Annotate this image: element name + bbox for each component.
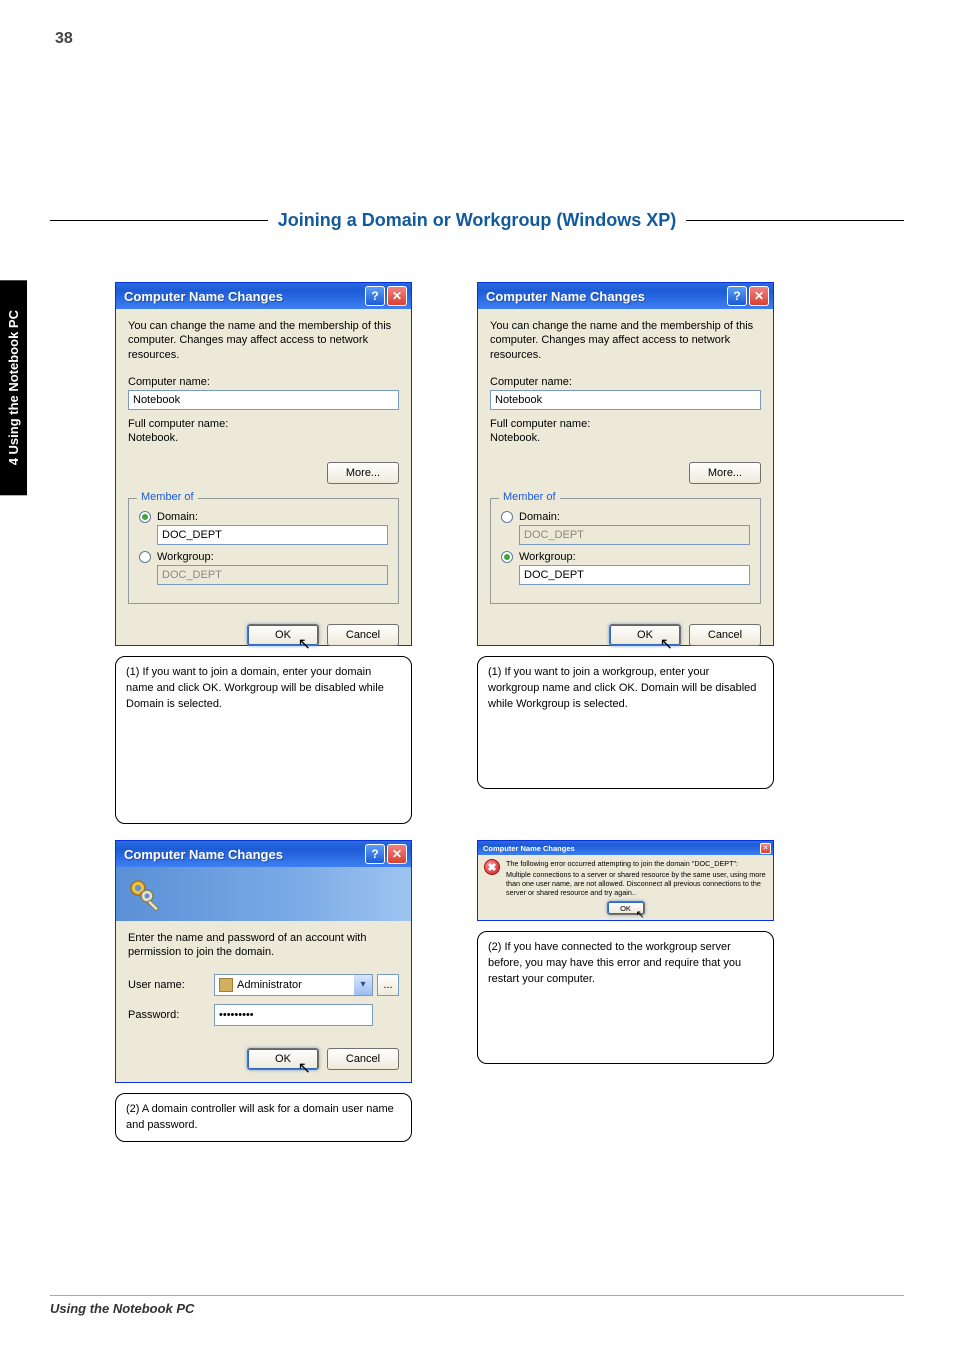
help-icon[interactable]: ?: [365, 844, 385, 864]
ok-button[interactable]: OK: [609, 624, 681, 646]
dialog-description: You can change the name and the membersh…: [490, 319, 761, 362]
more-button[interactable]: More...: [689, 462, 761, 484]
full-computer-name-label: Full computer name:: [128, 418, 399, 430]
cancel-button[interactable]: Cancel: [689, 624, 761, 646]
radio-workgroup-label: Workgroup:: [519, 551, 576, 563]
side-chapter-tab: 4 Using the Notebook PC: [0, 280, 27, 495]
close-icon[interactable]: ✕: [760, 843, 771, 854]
ok-button[interactable]: OK: [607, 901, 645, 915]
page-number: 38: [55, 30, 73, 48]
username-value: Administrator: [237, 979, 350, 991]
dialog-credentials: Computer Name Changes ? ✕: [115, 840, 412, 1083]
caption-error: (2) If you have connected to the workgro…: [477, 931, 774, 1064]
more-button[interactable]: More...: [327, 462, 399, 484]
member-of-group: Member of Domain: Workgroup:: [490, 498, 761, 604]
dialog-computer-name-domain: Computer Name Changes ? ✕ You can change…: [115, 282, 412, 646]
cancel-button[interactable]: Cancel: [327, 624, 399, 646]
help-icon[interactable]: ?: [365, 286, 385, 306]
dialog-title: Computer Name Changes: [486, 289, 645, 304]
dialog-title: Computer Name Changes: [124, 847, 283, 862]
password-input[interactable]: [214, 1004, 373, 1026]
error-line2: Multiple connections to a server or shar…: [506, 870, 767, 897]
full-computer-name-value: Notebook.: [490, 432, 761, 444]
caption-credentials: (2) A domain controller will ask for a d…: [115, 1093, 412, 1143]
radio-domain[interactable]: [139, 511, 151, 523]
dialog-description: You can change the name and the membersh…: [128, 319, 399, 362]
close-icon[interactable]: ✕: [387, 286, 407, 306]
rule-right: [686, 220, 904, 221]
cancel-button[interactable]: Cancel: [327, 1048, 399, 1070]
member-of-legend: Member of: [137, 491, 198, 503]
credentials-instruction: Enter the name and password of an accoun…: [128, 931, 399, 960]
caption-workgroup: (1) If you want to join a workgroup, ent…: [477, 656, 774, 789]
titlebar: Computer Name Changes ? ✕: [116, 841, 411, 867]
workgroup-input-disabled: [157, 565, 388, 585]
error-icon: ✖: [484, 859, 500, 875]
dialog-computer-name-workgroup: Computer Name Changes ? ✕ You can change…: [477, 282, 774, 646]
titlebar: Computer Name Changes ✕: [478, 841, 773, 855]
radio-workgroup-label: Workgroup:: [157, 551, 214, 563]
dialog-title: Computer Name Changes: [124, 289, 283, 304]
titlebar: Computer Name Changes ? ✕: [116, 283, 411, 309]
section-heading-row: Joining a Domain or Workgroup (Windows X…: [50, 210, 904, 231]
radio-domain-label: Domain:: [157, 511, 198, 523]
help-icon[interactable]: ?: [727, 286, 747, 306]
browse-button[interactable]: ...: [377, 974, 399, 996]
footer-rule: [50, 1295, 904, 1296]
radio-workgroup[interactable]: [501, 551, 513, 563]
member-of-group: Member of Domain: Workgroup:: [128, 498, 399, 604]
computer-name-input[interactable]: [128, 390, 399, 410]
radio-domain-label: Domain:: [519, 511, 560, 523]
domain-input-disabled: [519, 525, 750, 545]
member-of-legend: Member of: [499, 491, 560, 503]
user-icon: [219, 978, 233, 992]
username-combobox[interactable]: Administrator ▾: [214, 974, 373, 996]
ok-button[interactable]: OK: [247, 624, 319, 646]
close-icon[interactable]: ✕: [387, 844, 407, 864]
computer-name-input[interactable]: [490, 390, 761, 410]
workgroup-input[interactable]: [519, 565, 750, 585]
rule-left: [50, 220, 268, 221]
username-label: User name:: [128, 979, 214, 991]
radio-workgroup[interactable]: [139, 551, 151, 563]
caption-domain: (1) If you want to join a domain, enter …: [115, 656, 412, 824]
full-computer-name-label: Full computer name:: [490, 418, 761, 430]
domain-input[interactable]: [157, 525, 388, 545]
close-icon[interactable]: ✕: [749, 286, 769, 306]
credentials-banner: [116, 867, 411, 921]
footer-title: Using the Notebook PC: [50, 1301, 194, 1316]
radio-domain[interactable]: [501, 511, 513, 523]
section-heading: Joining a Domain or Workgroup (Windows X…: [268, 210, 687, 231]
keys-icon: [124, 874, 164, 914]
error-line1: The following error occurred attempting …: [506, 859, 767, 868]
full-computer-name-value: Notebook.: [128, 432, 399, 444]
computer-name-label: Computer name:: [490, 376, 761, 388]
chevron-down-icon[interactable]: ▾: [354, 975, 372, 995]
password-label: Password:: [128, 1009, 214, 1021]
ok-button[interactable]: OK: [247, 1048, 319, 1070]
dialog-title: Computer Name Changes: [483, 844, 575, 853]
titlebar: Computer Name Changes ? ✕: [478, 283, 773, 309]
dialog-error: Computer Name Changes ✕ ✖ The following …: [477, 840, 774, 921]
computer-name-label: Computer name:: [128, 376, 399, 388]
